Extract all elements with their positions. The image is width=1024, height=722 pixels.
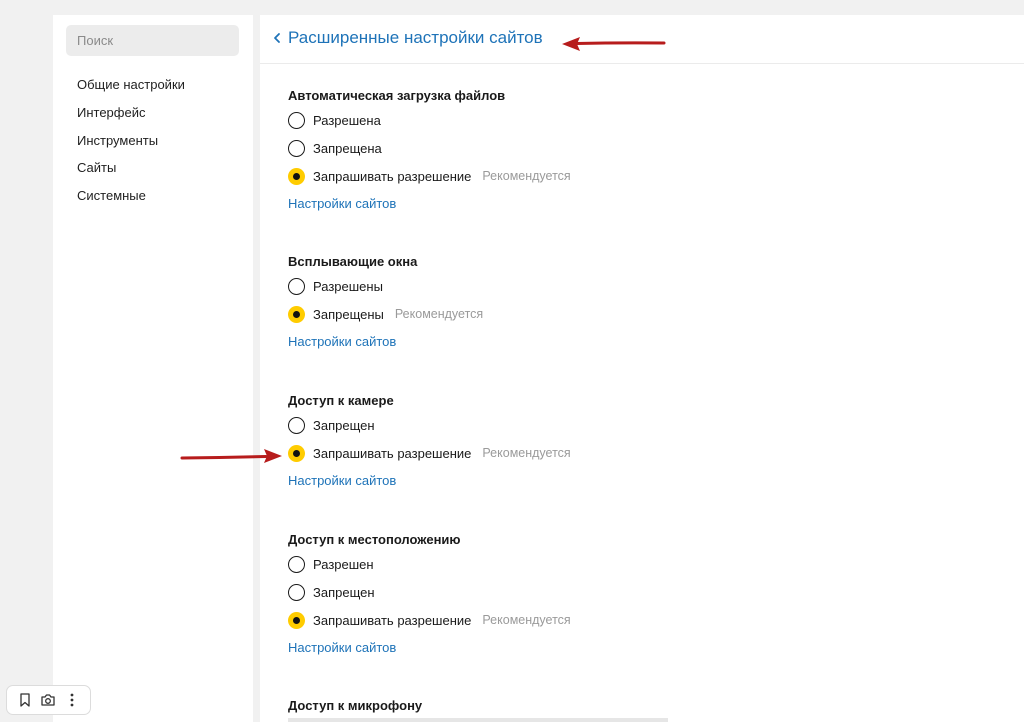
section-title: Доступ к камере bbox=[288, 393, 394, 408]
recommended-note: Рекомендуется bbox=[394, 307, 484, 321]
sidebar-item-interface[interactable]: Интерфейс bbox=[77, 99, 185, 127]
section-auto-download: Автоматическая загрузка файлов Разрешена… bbox=[288, 86, 571, 218]
sidebar: Поиск Общие настройки Интерфейс Инструме… bbox=[53, 15, 253, 722]
radio-label: Запрашивать разрешение bbox=[313, 612, 472, 628]
page-title[interactable]: Расширенные настройки сайтов bbox=[288, 28, 543, 48]
settings-panel: Расширенные настройки сайтов Автоматичес… bbox=[260, 15, 1024, 722]
section-microphone: Доступ к микрофону bbox=[288, 696, 422, 716]
radio-button[interactable] bbox=[288, 277, 305, 295]
site-settings-link[interactable]: Настройки сайтов bbox=[288, 634, 396, 662]
radio-label: Запрашивать разрешение bbox=[313, 168, 472, 184]
section-title: Всплывающие окна bbox=[288, 254, 418, 269]
section-title: Доступ к местоположению bbox=[288, 532, 461, 547]
radio-button-selected[interactable] bbox=[288, 611, 305, 629]
radio-label: Разрешена bbox=[313, 112, 381, 128]
mini-toolbar bbox=[6, 685, 91, 715]
radio-option[interactable]: Разрешен bbox=[288, 550, 571, 578]
radio-option[interactable]: Запрашивать разрешение Рекомендуется bbox=[288, 606, 571, 634]
site-settings-link[interactable]: Настройки сайтов bbox=[288, 328, 396, 356]
sidebar-nav: Общие настройки Интерфейс Инструменты Са… bbox=[77, 71, 185, 210]
site-settings-link[interactable]: Настройки сайтов bbox=[288, 467, 396, 495]
section-popups: Всплывающие окна Разрешены Запрещены Рек… bbox=[288, 252, 483, 356]
partial-control-strip bbox=[288, 718, 668, 722]
radio-label: Разрешен bbox=[313, 556, 374, 572]
radio-label: Запрашивать разрешение bbox=[313, 445, 472, 461]
sidebar-item-sites[interactable]: Сайты bbox=[77, 154, 185, 182]
radio-option[interactable]: Разрешена bbox=[288, 106, 571, 134]
radio-option[interactable]: Разрешены bbox=[288, 272, 483, 300]
radio-button[interactable] bbox=[288, 416, 305, 434]
site-settings-link[interactable]: Настройки сайтов bbox=[288, 190, 396, 218]
radio-option[interactable]: Запрашивать разрешение Рекомендуется bbox=[288, 162, 571, 190]
more-vertical-icon[interactable] bbox=[62, 690, 82, 710]
chevron-left-icon[interactable] bbox=[271, 29, 283, 47]
section-title: Автоматическая загрузка файлов bbox=[288, 88, 506, 103]
radio-option[interactable]: Запрашивать разрешение Рекомендуется bbox=[288, 439, 571, 467]
recommended-note: Рекомендуется bbox=[482, 446, 571, 460]
screenshot-icon[interactable] bbox=[38, 690, 58, 710]
radio-label: Запрещен bbox=[313, 584, 375, 600]
sidebar-item-system[interactable]: Системные bbox=[77, 182, 185, 210]
section-title: Доступ к микрофону bbox=[288, 698, 423, 713]
radio-button[interactable] bbox=[288, 111, 305, 129]
radio-button-selected[interactable] bbox=[288, 167, 305, 185]
radio-button[interactable] bbox=[288, 583, 305, 601]
radio-option[interactable]: Запрещена bbox=[288, 134, 571, 162]
radio-button-selected[interactable] bbox=[288, 305, 305, 323]
radio-option[interactable]: Запрещены Рекомендуется bbox=[288, 300, 483, 328]
radio-button[interactable] bbox=[288, 139, 305, 157]
recommended-note: Рекомендуется bbox=[482, 613, 571, 627]
radio-option[interactable]: Запрещен bbox=[288, 411, 571, 439]
radio-label: Разрешены bbox=[313, 278, 383, 294]
section-camera: Доступ к камере Запрещен Запрашивать раз… bbox=[288, 391, 571, 495]
radio-button-selected[interactable] bbox=[288, 444, 305, 462]
sidebar-item-general[interactable]: Общие настройки bbox=[77, 71, 185, 99]
sidebar-item-tools[interactable]: Инструменты bbox=[77, 127, 185, 155]
page-header: Расширенные настройки сайтов bbox=[260, 15, 1024, 64]
section-location: Доступ к местоположению Разрешен Запреще… bbox=[288, 530, 571, 662]
radio-label: Запрещена bbox=[313, 140, 382, 156]
radio-label: Запрещены bbox=[313, 306, 384, 322]
radio-button[interactable] bbox=[288, 555, 305, 573]
radio-label: Запрещен bbox=[313, 417, 375, 433]
radio-option[interactable]: Запрещен bbox=[288, 578, 571, 606]
search-input[interactable]: Поиск bbox=[66, 25, 239, 56]
bookmark-icon[interactable] bbox=[15, 690, 35, 710]
recommended-note: Рекомендуется bbox=[482, 169, 571, 183]
